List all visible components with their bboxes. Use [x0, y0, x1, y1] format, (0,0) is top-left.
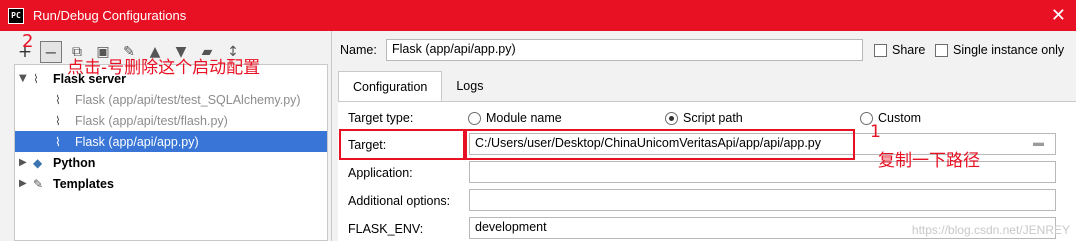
configurations-panel: + − ⧉ ▣ ✎ ▲ ▼ ▰ ↕ ▼ ⌇ Flask server ⌇ Fla…	[0, 31, 332, 241]
radio-label: Custom	[878, 111, 922, 125]
annotation-step-1-text: 复制一下路径	[878, 151, 980, 171]
highlight-target-label	[339, 129, 465, 160]
flask-icon: ⌇	[55, 113, 61, 128]
radio-module-name[interactable]: Module name	[468, 111, 562, 125]
wrench-icon: ✎	[33, 176, 44, 191]
application-label: Application:	[348, 166, 413, 180]
checkbox-box[interactable]	[874, 43, 887, 57]
name-input[interactable]: Flask (app/api/app.py)	[386, 39, 863, 61]
radio-script-path[interactable]: Script path	[665, 111, 743, 125]
tree-item-label: Flask (app/api/test/test_SQLAlchemy.py)	[75, 92, 301, 107]
tree-item-config[interactable]: ⌇ Flask (app/api/test/flash.py)	[55, 110, 325, 131]
name-label: Name:	[340, 43, 377, 57]
tree-item-label: Flask (app/api/app.py)	[75, 134, 199, 149]
python-icon: ◆	[33, 155, 43, 170]
radio-dot[interactable]	[468, 111, 481, 125]
watermark: https://blog.csdn.net/JENREY	[911, 223, 1070, 237]
tree-item-templates[interactable]: ▶ ✎ Templates	[19, 173, 325, 194]
additional-options-label: Additional options:	[348, 194, 451, 208]
configuration-editor: Name: Flask (app/api/app.py) Share Singl…	[333, 31, 1076, 241]
pycharm-logo-icon: PC	[8, 7, 24, 24]
radio-dot[interactable]	[665, 111, 678, 125]
tree-item-label: Templates	[53, 176, 114, 191]
chevron-down-icon[interactable]: ▼	[19, 73, 33, 84]
target-type-label: Target type:	[348, 111, 414, 125]
tree-item-label: Python	[53, 155, 96, 170]
flask-icon: ⌇	[55, 134, 61, 149]
folder-browse-icon[interactable]: ▬	[1033, 137, 1049, 150]
tab-logs[interactable]: Logs	[442, 71, 497, 101]
flask-env-label: FLASK_ENV:	[348, 222, 424, 236]
annotation-step-2-text: 点击-号删除这个启动配置	[67, 58, 261, 78]
tree-item-config[interactable]: ⌇ Flask (app/api/test/test_SQLAlchemy.py…	[55, 89, 325, 110]
title-bar: PC Run/Debug Configurations ✕	[0, 0, 1076, 31]
tree-item-python[interactable]: ▶ ◆ Python	[19, 152, 325, 173]
flask-icon: ⌇	[55, 92, 61, 107]
radio-label: Script path	[683, 111, 743, 125]
single-instance-label: Single instance only	[953, 43, 1065, 57]
share-checkbox[interactable]: Share	[874, 43, 925, 57]
annotation-step-1-number: 1	[870, 122, 881, 142]
window-title: Run/Debug Configurations	[33, 8, 187, 23]
annotation-step-2-number: 2	[22, 31, 34, 52]
chevron-right-icon[interactable]: ▶	[19, 157, 33, 168]
tree-item-label: Flask (app/api/test/flash.py)	[75, 113, 228, 128]
configuration-tree: ▼ ⌇ Flask server ⌇ Flask (app/api/test/t…	[14, 64, 328, 241]
additional-options-input[interactable]	[469, 189, 1056, 211]
remove-icon[interactable]: −	[40, 41, 62, 63]
checkbox-box[interactable]	[935, 43, 948, 57]
chevron-right-icon[interactable]: ▶	[19, 178, 33, 189]
share-label: Share	[892, 43, 926, 57]
close-icon[interactable]: ✕	[1051, 5, 1066, 26]
tree-item-config-selected[interactable]: ⌇ Flask (app/api/app.py)	[15, 131, 327, 152]
tab-bar: Configuration Logs	[338, 71, 497, 101]
flask-icon: ⌇	[33, 71, 39, 86]
configuration-tab-panel: Target type: Module name Script path Cus…	[338, 101, 1076, 241]
highlight-target-value	[465, 129, 855, 160]
single-instance-checkbox[interactable]: Single instance only	[935, 43, 1064, 57]
radio-label: Module name	[486, 111, 562, 125]
tab-configuration[interactable]: Configuration	[338, 71, 443, 101]
